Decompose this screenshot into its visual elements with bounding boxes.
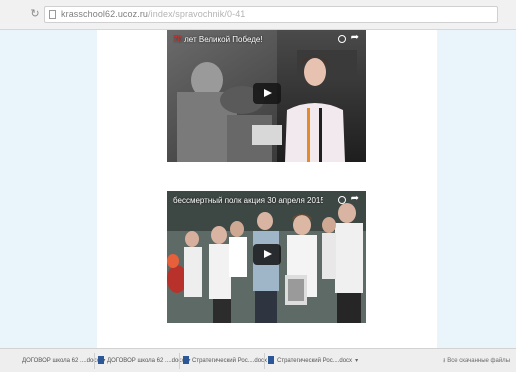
video-title[interactable]: бессмертный полк акция 30 апреля 2015	[173, 196, 323, 205]
play-icon[interactable]	[253, 244, 281, 265]
word-file-icon	[98, 356, 104, 365]
video-title-text: лет Великой Победе!	[181, 35, 263, 44]
download-item-label: Стратегический Рос....docx	[277, 358, 353, 364]
clock-icon[interactable]	[338, 196, 346, 204]
share-icon[interactable]: ➦	[351, 194, 359, 204]
page-viewport: 70 лет Великой Победе! ➦ бессмертный пол…	[0, 30, 516, 348]
show-all-label: Все скачанные файлы	[447, 358, 510, 364]
download-item-label: ДОГОВОР школа 62 ....docx	[107, 358, 185, 364]
download-item[interactable]: Стратегический Рос....docx▾	[268, 354, 358, 368]
word-file-icon	[268, 356, 274, 365]
url-path: /index/spravochnik/0-41	[148, 9, 246, 19]
video-embed-victory[interactable]: 70 лет Великой Победе! ➦	[167, 30, 366, 162]
video-embed-regiment[interactable]: бессмертный полк акция 30 апреля 2015 ➦	[167, 191, 366, 323]
download-item[interactable]: ДОГОВОР школа 62 ....docx▾	[98, 354, 190, 368]
download-item[interactable]: ДОГОВОР школа 62 ....docx▾	[22, 354, 105, 368]
show-all-downloads-link[interactable]: ⭳ Все скачанные файлы	[443, 354, 510, 368]
url-host: krasschool62.ucoz.ru	[61, 9, 149, 19]
download-item[interactable]: Стратегический Рос....docx▾	[183, 354, 273, 368]
download-item-label: ДОГОВОР школа 62 ....docx	[22, 358, 100, 364]
reload-icon[interactable]: ↻	[30, 9, 40, 20]
download-item-label: Стратегический Рос....docx	[192, 358, 268, 364]
browser-toolbar: ↻ krasschool62.ucoz.ru/index/spravochnik…	[0, 0, 516, 30]
word-file-icon	[183, 356, 189, 365]
chevron-down-icon[interactable]: ▾	[355, 358, 358, 364]
clock-icon[interactable]	[338, 35, 346, 43]
divider	[264, 353, 265, 369]
url-text: krasschool62.ucoz.ru/index/spravochnik/0…	[61, 9, 245, 19]
download-icon: ⭳	[443, 358, 446, 364]
divider	[94, 353, 95, 369]
share-icon[interactable]: ➦	[351, 33, 359, 43]
video-title[interactable]: 70 лет Великой Победе!	[173, 35, 323, 44]
content-column: 70 лет Великой Победе! ➦ бессмертный пол…	[97, 30, 437, 348]
play-icon[interactable]	[253, 83, 281, 104]
address-bar[interactable]: krasschool62.ucoz.ru/index/spravochnik/0…	[44, 6, 498, 23]
divider	[179, 353, 180, 369]
download-bar: ДОГОВОР школа 62 ....docx▾ ДОГОВОР школа…	[0, 348, 516, 372]
video-title-number: 70	[173, 35, 182, 44]
page-icon	[49, 10, 56, 19]
